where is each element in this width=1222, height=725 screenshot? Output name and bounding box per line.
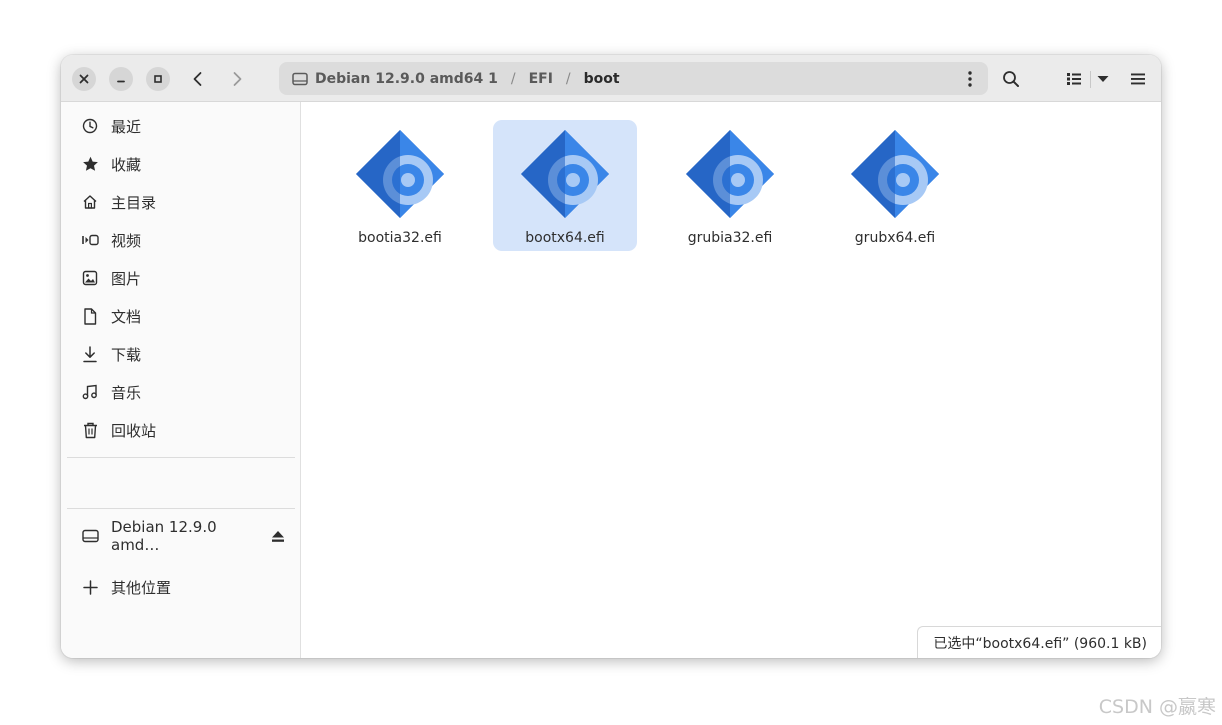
sidebar-item-label: 文档 (111, 307, 142, 326)
maximize-icon (154, 75, 162, 83)
sidebar-divider (67, 457, 295, 458)
file-name: grubia32.efi (687, 230, 773, 246)
forward-button[interactable] (222, 64, 252, 94)
file-item-bootia32[interactable]: bootia32.efi (328, 120, 472, 251)
sidebar-item-label: 其他位置 (111, 578, 172, 597)
sidebar-divider (67, 508, 295, 509)
path-bar[interactable]: Debian 12.9.0 amd64 1 / EFI / boot (279, 62, 988, 95)
minimize-button[interactable] (109, 67, 133, 91)
executable-file-icon (686, 130, 774, 218)
breadcrumb-separator: / (510, 70, 516, 87)
file-view[interactable]: bootia32.efi bootx64.efi grubia32.efi gr… (302, 102, 1161, 658)
sidebar-item-home[interactable]: 主目录 (67, 185, 295, 219)
breadcrumb-boot[interactable]: boot (584, 71, 620, 87)
file-item-bootx64[interactable]: bootx64.efi (493, 120, 637, 251)
sidebar-item-downloads[interactable]: 下载 (67, 337, 295, 371)
breadcrumb-drive[interactable]: Debian 12.9.0 amd64 1 (315, 71, 498, 87)
maximize-button[interactable] (146, 67, 170, 91)
file-manager-window: Debian 12.9.0 amd64 1 / EFI / boot 最近 收藏… (61, 55, 1161, 658)
home-icon (80, 192, 100, 212)
caret-down-icon (1097, 76, 1109, 82)
sidebar-item-label: 图片 (111, 269, 142, 288)
close-icon (79, 74, 89, 84)
trash-icon (80, 420, 100, 440)
star-icon (80, 154, 100, 174)
sidebar-item-debian-drive[interactable]: Debian 12.9.0 amd… (67, 518, 295, 554)
sidebar-item-label: 视频 (111, 231, 142, 250)
executable-file-icon (521, 130, 609, 218)
selection-status: 已选中“bootx64.efi” (960.1 kB) (917, 626, 1161, 658)
sidebar-item-pictures[interactable]: 图片 (67, 261, 295, 295)
breadcrumb-separator: / (565, 70, 571, 87)
minimize-icon (117, 80, 125, 83)
search-button[interactable] (996, 64, 1026, 94)
watermark: CSDN @嬴寒 (1098, 696, 1216, 718)
sidebar-item-recent[interactable]: 最近 (67, 109, 295, 143)
sidebar-item-label: 收藏 (111, 155, 142, 174)
vertical-dots-icon (968, 70, 972, 87)
list-view-icon (1067, 73, 1081, 85)
sidebar-item-label: 音乐 (111, 383, 142, 402)
view-options-button[interactable] (1088, 64, 1118, 94)
sidebar-item-other-locations[interactable]: 其他位置 (67, 570, 295, 604)
sidebar-item-label: 主目录 (111, 193, 157, 212)
sidebar-item-music[interactable]: 音乐 (67, 375, 295, 409)
main-menu-button[interactable] (1123, 64, 1153, 94)
drive-icon (80, 526, 100, 546)
search-icon (1003, 71, 1019, 87)
path-menu-button[interactable] (955, 64, 985, 94)
close-button[interactable] (72, 67, 96, 91)
sidebar-item-starred[interactable]: 收藏 (67, 147, 295, 181)
sidebar-item-label: 最近 (111, 117, 142, 136)
file-item-grubx64[interactable]: grubx64.efi (823, 120, 967, 251)
clock-icon (80, 116, 100, 136)
hamburger-icon (1131, 73, 1145, 85)
file-name: bootx64.efi (525, 230, 605, 246)
eject-button[interactable] (267, 525, 289, 547)
sidebar-item-label: Debian 12.9.0 amd… (111, 518, 217, 554)
drive-icon (292, 72, 308, 85)
chevron-left-icon (193, 72, 202, 86)
view-toggle-button[interactable] (1059, 64, 1089, 94)
sidebar-item-label: 回收站 (111, 421, 157, 440)
executable-file-icon (851, 130, 939, 218)
back-button[interactable] (183, 64, 213, 94)
music-icon (80, 382, 100, 402)
file-item-grubia32[interactable]: grubia32.efi (658, 120, 802, 251)
sidebar-item-documents[interactable]: 文档 (67, 299, 295, 333)
file-name: grubx64.efi (854, 230, 936, 246)
sidebar-item-trash[interactable]: 回收站 (67, 413, 295, 447)
chevron-right-icon (233, 72, 242, 86)
video-icon (80, 230, 100, 250)
sidebar-item-videos[interactable]: 视频 (67, 223, 295, 257)
status-text: 已选中“bootx64.efi” (960.1 kB) (933, 635, 1147, 652)
executable-file-icon (356, 130, 444, 218)
breadcrumb-efi[interactable]: EFI (529, 71, 553, 87)
sidebar-item-label: 下载 (111, 345, 142, 364)
plus-icon (80, 577, 100, 597)
document-icon (80, 306, 100, 326)
eject-icon (272, 530, 284, 542)
file-name: bootia32.efi (358, 230, 442, 246)
sidebar: 最近 收藏 主目录 视频 图片 文档 下载 音乐 回收站 Debian 12.9… (61, 102, 301, 658)
download-icon (80, 344, 100, 364)
headerbar: Debian 12.9.0 amd64 1 / EFI / boot (61, 55, 1161, 102)
image-icon (80, 268, 100, 288)
